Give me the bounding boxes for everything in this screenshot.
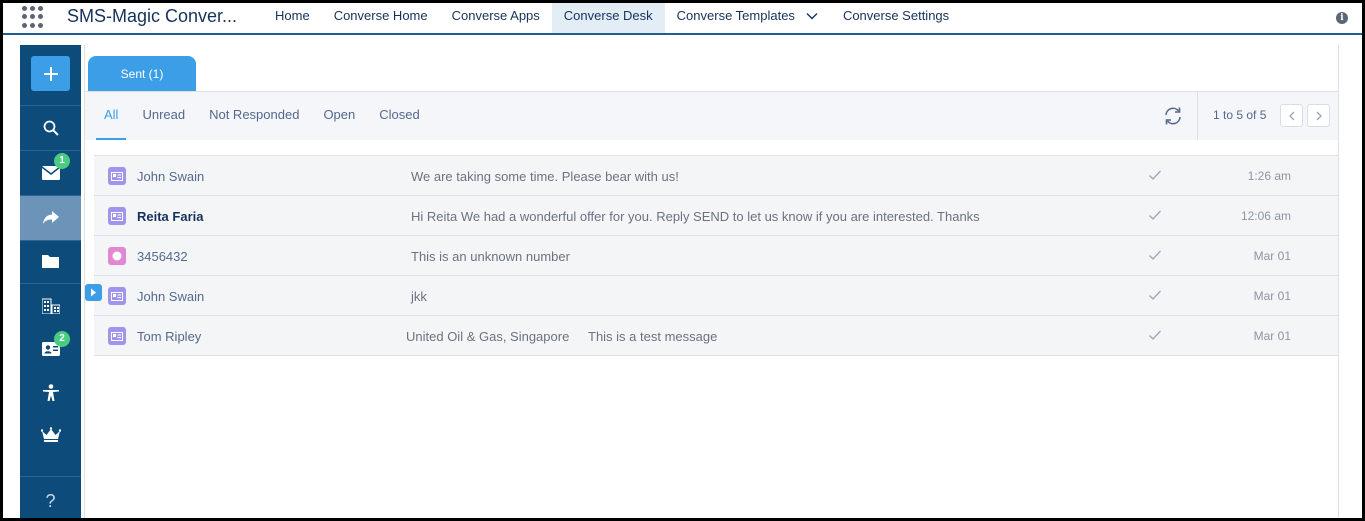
info-icon[interactable]: i [1336, 12, 1348, 24]
filter-tab-not-responded[interactable]: Not Responded [197, 92, 311, 140]
tab-sent[interactable]: Sent (1) [88, 56, 196, 91]
message-list: John Swain We are taking some time. Plea… [85, 155, 1338, 356]
filter-tabs: All Unread Not Responded Open Closed [92, 92, 432, 140]
filter-tab-unread[interactable]: Unread [130, 92, 197, 140]
chevron-down-icon[interactable] [805, 9, 819, 23]
sender-name[interactable]: Tom Ripley [137, 329, 201, 344]
message-time: Mar 01 [1253, 249, 1291, 263]
nav-item-label: Converse Apps [451, 8, 540, 23]
chevron-right-icon [1316, 111, 1322, 120]
nav-item-converse-apps[interactable]: Converse Apps [440, 3, 552, 33]
help-icon: ? [45, 490, 56, 511]
nav-item-label: Converse Home [333, 8, 428, 23]
envelope-icon [41, 166, 60, 180]
main-panel: Sent (1) All Unread Not Responded Open C… [84, 45, 1339, 518]
person-icon [42, 384, 59, 401]
app-name: SMS-Magic Conver... [67, 6, 238, 26]
contact-record-icon [108, 207, 126, 225]
nav-item-label: Home [275, 8, 310, 23]
filter-bar: All Unread Not Responded Open Closed 1 t… [84, 92, 1339, 140]
contact-record-icon [108, 167, 126, 185]
pager-text: 1 to 5 of 5 [1213, 108, 1267, 122]
search-icon [43, 120, 59, 136]
nav-item-converse-desk[interactable]: Converse Desk [551, 3, 665, 33]
nav-item-label: Converse Desk [563, 8, 653, 23]
message-preview: jkk [411, 289, 427, 304]
prev-page-button[interactable] [1280, 104, 1303, 127]
sender-company[interactable]: United Oil & Gas, Singapore [406, 329, 569, 344]
nav-item-label: Converse Templates [676, 8, 795, 23]
refresh-icon[interactable] [1162, 105, 1184, 127]
sender-name[interactable]: Reita Faria [137, 209, 203, 224]
filter-tab-closed[interactable]: Closed [367, 92, 431, 140]
plus-icon [43, 66, 58, 81]
message-time: Mar 01 [1253, 329, 1291, 343]
rail-item-sent[interactable] [20, 196, 81, 240]
crown-icon [40, 427, 61, 442]
tab-strip: Sent (1) [84, 45, 1339, 92]
sender-name[interactable]: John Swain [137, 169, 204, 184]
rail-item-people[interactable] [20, 371, 81, 415]
message-time: 12:06 am [1240, 209, 1291, 223]
nav-item-converse-home[interactable]: Converse Home [322, 3, 440, 33]
forward-arrow-icon [42, 211, 59, 224]
rail-item-inbox[interactable]: 1 [20, 151, 81, 195]
app-frame: SMS-Magic Conver... Home Converse Home C… [3, 3, 1362, 518]
unread-badge: 1 [54, 153, 70, 169]
nav-items: Home Converse Home Converse Apps Convers… [263, 3, 961, 35]
message-time: Mar 01 [1253, 289, 1291, 303]
rail-item-premium[interactable] [20, 413, 81, 457]
unknown-number-icon [108, 247, 126, 265]
message-preview: This is a test message [588, 329, 718, 344]
message-time: 1:26 am [1247, 169, 1291, 183]
help-button[interactable]: ? [20, 479, 81, 518]
contacts-badge: 2 [54, 331, 70, 347]
check-icon [1149, 330, 1161, 340]
sender-name[interactable]: John Swain [137, 289, 204, 304]
filter-bar-divider [1197, 92, 1198, 140]
message-preview: Hi Reita We had a wonderful offer for yo… [411, 209, 980, 224]
rail-item-search[interactable] [20, 106, 81, 150]
message-preview: We are taking some time. Please bear wit… [411, 169, 679, 184]
message-preview: This is an unknown number [411, 249, 570, 264]
check-icon [1149, 210, 1161, 220]
nav-item-label: Converse Settings [842, 8, 950, 23]
left-rail: 1 2 ? [20, 45, 81, 518]
next-page-button[interactable] [1307, 104, 1330, 127]
folder-icon [42, 255, 59, 268]
message-row[interactable]: John Swain jkk Mar 01 [85, 276, 1338, 316]
new-message-button[interactable] [31, 56, 70, 91]
nav-item-converse-settings[interactable]: Converse Settings [831, 3, 961, 33]
message-row[interactable]: 3456432 This is an unknown number Mar 01 [94, 236, 1338, 276]
check-icon [1149, 250, 1161, 260]
rail-item-accounts[interactable] [20, 284, 81, 328]
sender-name[interactable]: 3456432 [137, 249, 188, 264]
contact-record-icon [108, 327, 126, 345]
message-row[interactable]: John Swain We are taking some time. Plea… [94, 156, 1338, 196]
message-row[interactable]: Tom Ripley United Oil & Gas, Singapore T… [94, 316, 1338, 356]
top-navigation: SMS-Magic Conver... Home Converse Home C… [3, 3, 1362, 35]
nav-item-home[interactable]: Home [263, 3, 322, 33]
rail-item-contacts[interactable]: 2 [20, 327, 81, 371]
chevron-left-icon [1288, 111, 1294, 120]
message-row[interactable]: Reita Faria Hi Reita We had a wonderful … [94, 196, 1338, 236]
app-launcher-icon[interactable] [22, 6, 46, 28]
expand-arrow-icon[interactable] [85, 284, 102, 301]
nav-item-converse-templates[interactable]: Converse Templates [665, 3, 831, 33]
filter-tab-all[interactable]: All [92, 92, 130, 140]
check-icon [1149, 170, 1161, 180]
buildings-icon [41, 298, 60, 314]
check-icon [1149, 290, 1161, 300]
rail-item-folders[interactable] [20, 239, 81, 283]
rail-divider [20, 476, 81, 477]
filter-tab-open[interactable]: Open [311, 92, 367, 140]
contact-record-icon [108, 287, 126, 305]
